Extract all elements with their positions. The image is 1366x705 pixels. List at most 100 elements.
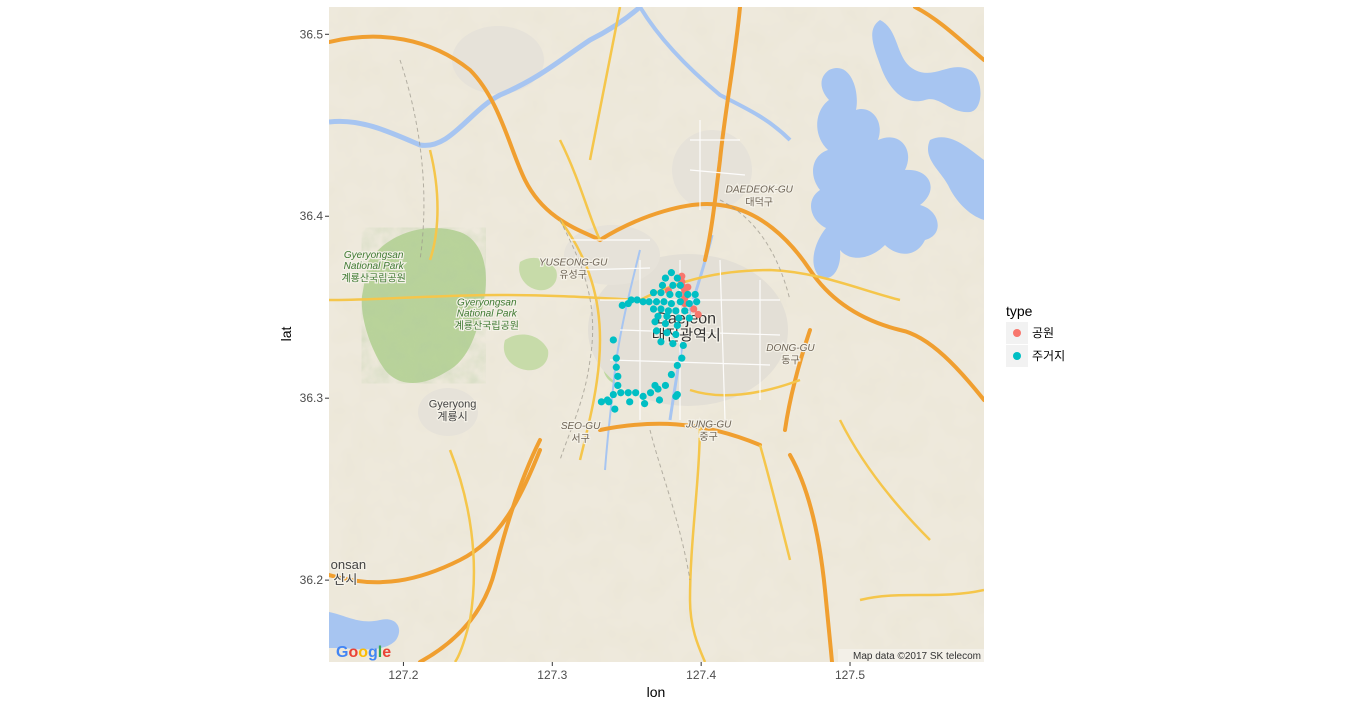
residence-point [660, 298, 668, 306]
residence-point [597, 398, 606, 406]
residence-point [673, 390, 681, 399]
residence-point [663, 329, 671, 337]
residence-point [649, 289, 658, 297]
map-label: 중구 [699, 431, 717, 443]
legend-label: 주거지 [1032, 349, 1065, 363]
map-label: 계룡산국립공원 [455, 319, 519, 332]
google-logo: Google [336, 644, 391, 661]
residence-point [663, 312, 671, 320]
residence-point [673, 274, 681, 282]
x-tick-label: 127.2 [388, 668, 418, 682]
residence-point [661, 319, 670, 328]
urban-area-north [452, 26, 544, 94]
residence-point [645, 298, 653, 306]
y-axis: 36.2 36.3 36.4 36.5 [300, 27, 329, 587]
residence-point [685, 299, 693, 308]
map-attribution: Map data ©2017 SK telecom [853, 651, 981, 662]
map-label: 대덕구 [745, 196, 773, 208]
residence-point [652, 298, 661, 306]
residence-point [675, 290, 683, 299]
x-tick-label: 127.5 [835, 668, 865, 682]
map-label: SEO-GU [561, 421, 601, 432]
residence-point [609, 390, 617, 399]
residence-point [609, 336, 617, 344]
residence-point [614, 372, 622, 380]
residence-point [684, 290, 692, 299]
residence-point [640, 400, 649, 408]
map-label: 산시 [333, 572, 357, 587]
residence-point [669, 281, 677, 289]
y-tick-label: 36.4 [300, 209, 324, 223]
map-plot: Daejeon대전광역시DAEDEOK-GU대덕구YUSEONG-GU유성구DO… [278, 7, 1065, 700]
residence-point [614, 381, 622, 390]
residence-point [678, 354, 686, 362]
residence-point [639, 392, 647, 400]
residence-point [605, 398, 613, 406]
residence-point [624, 299, 632, 308]
urban-area-daedeok [672, 130, 752, 210]
residence-point [667, 269, 675, 277]
residence-point [612, 363, 620, 371]
residence-point [657, 305, 665, 313]
residence-point [661, 274, 670, 282]
park-point [684, 283, 692, 291]
map-label: YUSEONG-GU [539, 257, 608, 268]
map-label: 계룡시 [437, 410, 467, 423]
legend-items: 공원주거지 [1006, 322, 1065, 367]
residence-point [617, 389, 625, 397]
residence-point [666, 290, 674, 299]
x-axis: 127.2 127.3 127.4 127.5 [388, 662, 865, 682]
residence-point [669, 339, 677, 348]
x-axis-title: lon [647, 684, 666, 700]
residence-point [657, 289, 665, 297]
x-tick-label: 127.3 [537, 668, 567, 682]
legend: type 공원주거지 [1006, 303, 1065, 367]
map-label: National Park [344, 261, 405, 272]
residence-point [685, 314, 693, 322]
map-label: 동구 [781, 355, 799, 367]
basemap: Daejeon대전광역시DAEDEOK-GU대덕구YUSEONG-GU유성구DO… [329, 7, 984, 662]
residence-point [673, 361, 681, 370]
residence-point [681, 307, 689, 315]
residence-point [624, 389, 632, 397]
y-tick-label: 36.3 [300, 391, 324, 405]
y-axis-title: lat [278, 327, 294, 342]
residence-point [646, 389, 655, 397]
x-tick-label: 127.4 [686, 668, 716, 682]
residence-point [673, 321, 681, 330]
legend-key-point [1013, 329, 1021, 337]
residence-point [655, 396, 664, 404]
residence-point [661, 381, 670, 390]
map-label: Gyeryongsan [457, 297, 517, 308]
map-label: 서구 [571, 433, 589, 445]
map-label: Gyeryong [429, 398, 477, 410]
map-label: 유성구 [559, 269, 587, 281]
map-label: DAEDEOK-GU [726, 185, 794, 196]
residence-point [632, 389, 640, 397]
residence-point [611, 405, 619, 413]
map-label: JUNG-GU [685, 419, 732, 430]
park-point [694, 310, 702, 319]
residence-point [652, 327, 661, 335]
legend-label: 공원 [1032, 326, 1054, 340]
residence-point [691, 290, 699, 299]
residence-point [672, 330, 680, 339]
residence-point [651, 381, 659, 390]
map-label: 계룡산국립공원 [341, 272, 405, 285]
residence-point [676, 281, 684, 289]
residence-point [676, 298, 684, 306]
residence-point [626, 398, 634, 406]
residence-point [675, 314, 683, 322]
residence-point [667, 370, 675, 379]
residence-point [651, 318, 659, 326]
legend-title: type [1006, 303, 1033, 319]
residence-point [658, 281, 667, 289]
svg-text:Google: Google [336, 644, 391, 661]
map-label: Gyeryongsan [344, 250, 404, 261]
map-label: DONG-GU [766, 343, 815, 354]
residence-point [649, 305, 658, 313]
residence-point [693, 298, 701, 306]
map-label: National Park [457, 308, 518, 319]
y-tick-label: 36.2 [300, 573, 324, 587]
map-label: onsan [331, 557, 366, 572]
